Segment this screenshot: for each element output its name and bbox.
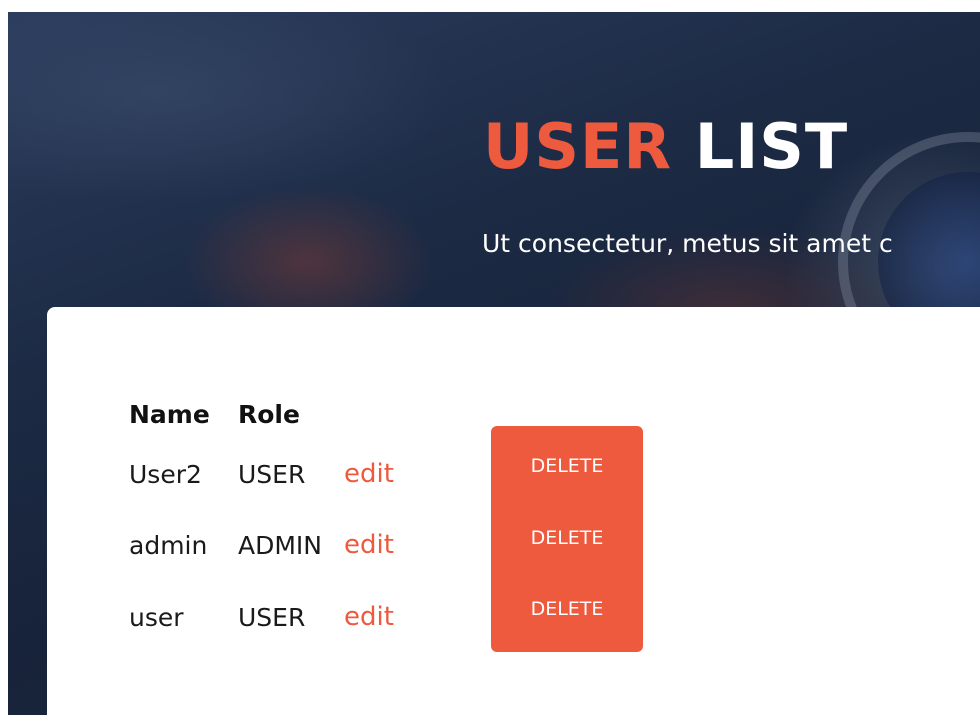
delete-button-row-3[interactable]: DELETE (491, 589, 643, 629)
table-row-1-name: User2 (129, 460, 202, 489)
page-title-rest: LIST (694, 110, 849, 183)
table-row-2-role: ADMIN (238, 531, 322, 560)
edit-link-row-3[interactable]: edit (344, 599, 394, 635)
delete-button-column: DELETE DELETE DELETE (491, 426, 643, 652)
delete-button-row-1[interactable]: DELETE (491, 446, 643, 486)
table-row-1-role: USER (238, 460, 306, 489)
column-header-name: Name (129, 400, 210, 429)
table-row-3-role: USER (238, 603, 306, 632)
delete-button-row-2[interactable]: DELETE (491, 518, 643, 558)
table-row-2-name: admin (129, 531, 208, 560)
page-title-accent: USER (483, 110, 673, 183)
edit-link-row-2[interactable]: edit (344, 527, 394, 563)
page-title: USER LIST (483, 107, 848, 187)
table-row-3-name: user (129, 603, 184, 632)
page-subtitle: Ut consectetur, metus sit amet c (482, 229, 893, 258)
user-list-card: Name Role User2 USER edit admin ADMIN ed… (47, 307, 980, 715)
page: USER LIST Ut consectetur, metus sit amet… (0, 0, 980, 715)
column-header-role: Role (238, 400, 300, 429)
edit-link-row-1[interactable]: edit (344, 456, 394, 492)
